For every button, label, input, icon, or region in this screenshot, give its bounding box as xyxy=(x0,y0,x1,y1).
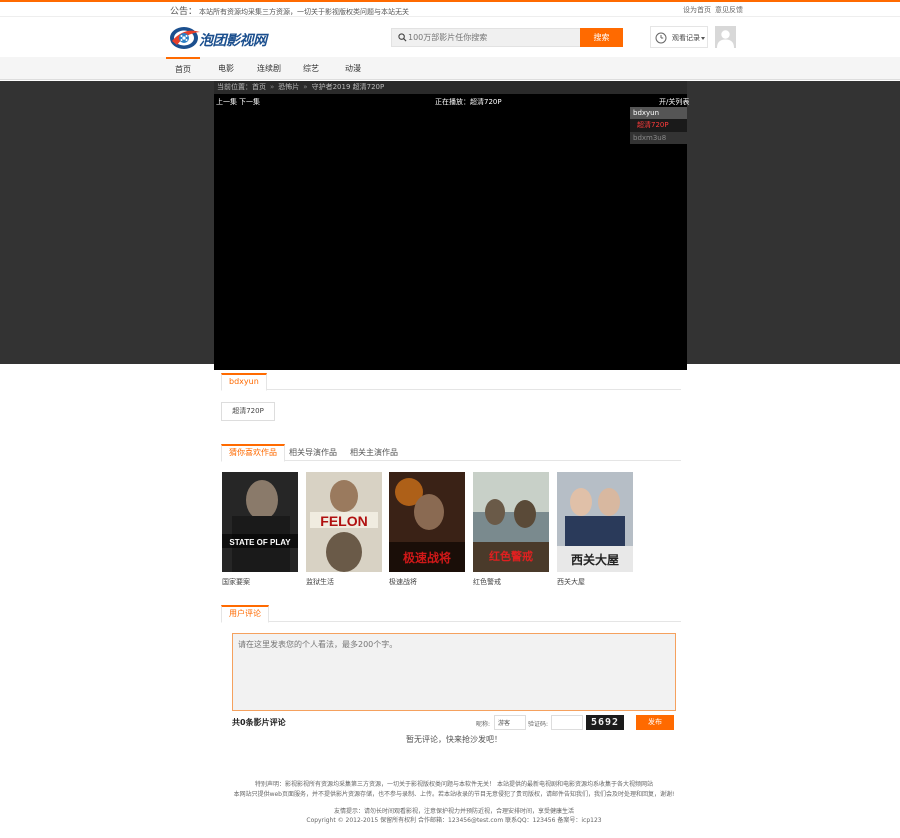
poster-image: STATE OF PLAY xyxy=(222,472,298,572)
video-player[interactable]: 上一集 下一集 正在播放：超清720P 开/关列表 bdxyun 超清720P b… xyxy=(214,94,689,370)
main-nav: 首页 电影 连续剧 综艺 动漫 xyxy=(0,57,900,80)
captcha-label: 验证码: xyxy=(528,721,549,728)
movie-poster[interactable]: 极速战将 xyxy=(389,472,465,572)
poster-caption: 极速战将 xyxy=(403,550,451,565)
breadcrumb-current: 守护者2019 超清720P xyxy=(311,83,385,91)
feedback-link[interactable]: 意见反馈 xyxy=(715,6,743,14)
breadcrumb-separator: » xyxy=(270,83,275,91)
movie-poster[interactable]: 西关大屋 xyxy=(557,472,633,572)
source-bdxm3u8[interactable]: bdxm3u8 xyxy=(630,132,687,144)
search-icon xyxy=(398,33,407,42)
captcha-field[interactable] xyxy=(551,715,583,730)
comments-section-header: 用户评论 xyxy=(221,605,681,623)
tab-actor-works[interactable]: 相关主演作品 xyxy=(350,446,398,463)
now-playing-value: 超清720P xyxy=(470,98,502,106)
tab-director-works[interactable]: 相关导演作品 xyxy=(289,446,337,463)
footer-disclaimer: 本网站只提供web页面服务，并不提供影片资源存储，也不参与录制、上传。若本站收录… xyxy=(233,791,675,798)
footer-copyright: Copyright © 2012-2015 保留所有权利 合作邮箱：123456… xyxy=(306,817,602,824)
poster-image: FELON xyxy=(306,472,382,572)
poster-caption: FELON xyxy=(320,513,367,529)
search-input[interactable] xyxy=(408,30,578,45)
related-section-header: 猜你喜欢作品 相关导演作品 相关主演作品 xyxy=(221,444,681,463)
prev-episode-link[interactable]: 上一集 xyxy=(216,98,237,106)
nickname-label: 昵称: xyxy=(476,721,491,728)
notice-label: 公告： xyxy=(170,7,198,17)
poster-caption: 红色警戒 xyxy=(489,549,533,563)
avatar[interactable] xyxy=(715,26,736,48)
movie-title[interactable]: 红色警戒 xyxy=(473,577,501,587)
footer-tip: 友情提示：请勿长时间观看影视，注意保护视力并预防近视，合理安排时间，享受健康生活 xyxy=(333,808,574,815)
next-episode-link[interactable]: 下一集 xyxy=(239,98,260,106)
clock-icon xyxy=(655,32,667,44)
breadcrumb-prefix: 当前位置： xyxy=(217,83,252,91)
site-logo[interactable]: 泡团影视网 xyxy=(169,23,267,51)
movie-title[interactable]: 西关大屋 xyxy=(557,577,585,587)
chevron-down-icon xyxy=(701,37,705,40)
movie-poster[interactable]: FELON xyxy=(306,472,382,572)
search-box xyxy=(391,28,581,47)
source-bdxyun[interactable]: bdxyun xyxy=(630,107,687,119)
episode-link-720p[interactable]: 超清720P xyxy=(630,119,687,132)
tab-user-comments[interactable]: 用户评论 xyxy=(221,605,269,623)
movie-title[interactable]: 监狱生活 xyxy=(306,577,334,587)
user-icon xyxy=(717,30,734,48)
breadcrumb: 当前位置：首页» 恐怖片» 守护者2019 超清720P xyxy=(214,81,687,94)
now-playing-label: 正在播放： xyxy=(435,98,470,106)
tab-recommended[interactable]: 猜你喜欢作品 xyxy=(221,444,285,462)
comment-textarea[interactable] xyxy=(232,633,676,711)
site-header: 泡团影视网 搜索 观看记录 xyxy=(0,17,900,57)
poster-image: 西关大屋 xyxy=(557,472,633,572)
film-reel-logo-icon xyxy=(170,27,200,49)
captcha-image[interactable]: 5692 xyxy=(586,715,624,730)
notice-bar: 公告： 本站所有资源均采集三方资源，一切关于影视版权类问题与本站无关 设为首页 意见… xyxy=(0,2,900,17)
source-list: bdxyun 超清720P bdxm3u8 xyxy=(630,107,687,144)
nav-item-variety[interactable]: 综艺 xyxy=(297,57,325,80)
nav-item-home[interactable]: 首页 xyxy=(166,57,200,80)
movie-poster[interactable]: STATE OF PLAY xyxy=(222,472,298,572)
logo-text: 泡团影视网 xyxy=(199,33,267,49)
tab-bdxyun[interactable]: bdxyun xyxy=(221,373,267,391)
comment-count: 共0条影片评论 xyxy=(232,718,286,727)
empty-comments-text: 暂无评论，快来抢沙发吧！ xyxy=(406,735,502,744)
poster-image: 极速战将 xyxy=(389,472,465,572)
notice-message: 本站所有资源均采集三方资源，一切关于影视版权类问题与本站无关 xyxy=(199,8,410,16)
poster-caption: STATE OF PLAY xyxy=(229,538,291,547)
movie-title[interactable]: 极速战将 xyxy=(389,577,417,587)
poster-caption: 西关大屋 xyxy=(571,552,619,567)
search-button[interactable]: 搜索 xyxy=(580,28,623,47)
movie-title[interactable]: 国家要案 xyxy=(222,577,250,587)
episode-nav: 上一集 下一集 xyxy=(216,97,262,107)
notice-text: 公告： 本站所有资源均采集三方资源，一切关于影视版权类问题与本站无关 xyxy=(170,4,409,17)
publish-button[interactable]: 发布 xyxy=(636,715,674,730)
episode-section-header: bdxyun xyxy=(221,373,681,391)
nav-item-series[interactable]: 连续剧 xyxy=(252,57,286,80)
nav-item-movies[interactable]: 电影 xyxy=(211,57,241,80)
episode-button[interactable]: 超清720P xyxy=(221,402,275,421)
now-playing: 正在播放：超清720P xyxy=(435,97,502,107)
breadcrumb-separator: » xyxy=(303,83,308,91)
toggle-list-button[interactable]: 开/关列表 xyxy=(659,97,689,107)
nickname-field[interactable] xyxy=(494,715,526,730)
breadcrumb-home[interactable]: 首页 xyxy=(252,83,266,91)
nav-item-anime[interactable]: 动漫 xyxy=(339,57,367,80)
breadcrumb-category[interactable]: 恐怖片 xyxy=(278,83,299,91)
poster-image: 红色警戒 xyxy=(473,472,549,572)
watch-history-button[interactable]: 观看记录 xyxy=(650,26,708,48)
set-homepage-link[interactable]: 设为首页 xyxy=(683,6,711,14)
watch-history-label: 观看记录 xyxy=(672,34,700,42)
footer-disclaimer: 特别声明：影视影视所有资源均采集第三方资源，一切关于影视版权类问题与本软件无关！… xyxy=(255,781,653,788)
top-links: 设为首页 意见反馈 xyxy=(683,5,747,15)
movie-poster[interactable]: 红色警戒 xyxy=(473,472,549,572)
